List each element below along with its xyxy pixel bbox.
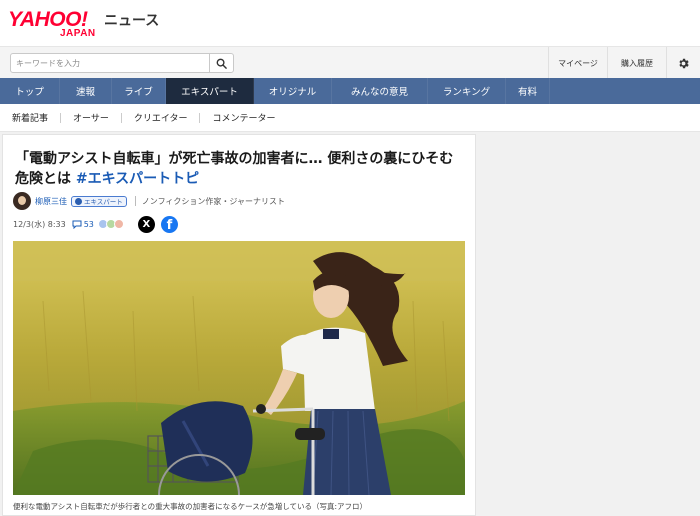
mypage-link[interactable]: マイページ: [548, 47, 607, 79]
comment-icon[interactable]: [72, 220, 82, 229]
subnav-authors[interactable]: オーサー: [73, 111, 121, 124]
site-header: YAHOO! JAPAN ニュース: [0, 0, 700, 46]
section-name[interactable]: ニュース: [104, 12, 159, 30]
nav-tab-original[interactable]: オリジナル: [254, 78, 332, 104]
publish-date: 12/3(水) 8:33: [13, 219, 66, 229]
nav-tab-opinions[interactable]: みんなの意見: [332, 78, 428, 104]
share-x-button[interactable]: X: [137, 215, 155, 233]
settings-button[interactable]: [666, 47, 700, 79]
article-card: 「電動アシスト自転車」が死亡事故の加害者に… 便利さの裏にひそむ危険とは #エキ…: [2, 134, 476, 516]
gear-icon: [679, 58, 689, 68]
main-nav: トップ 速報 ライブ エキスパート オリジナル みんなの意見 ランキング 有料: [0, 78, 700, 104]
nav-tab-live[interactable]: ライブ: [112, 78, 166, 104]
checkmark-icon: [75, 197, 82, 205]
yahoo-japan-logo[interactable]: YAHOO! JAPAN: [8, 9, 106, 40]
author-role: ノンフィクション作家・ジャーナリスト: [141, 196, 286, 206]
search-input[interactable]: [11, 54, 211, 72]
article-title: 「電動アシスト自転車」が死亡事故の加害者に… 便利さの裏にひそむ危険とは #エキ…: [15, 149, 465, 189]
reaction-icons[interactable]: [97, 219, 124, 229]
share-facebook-button[interactable]: f: [160, 215, 178, 233]
article-hashtag-link[interactable]: #エキスパートトピ: [76, 171, 199, 187]
subnav-divider: [120, 112, 122, 123]
nav-tab-top[interactable]: トップ: [0, 78, 60, 104]
search-bar-row: マイページ 購入履歴: [0, 46, 700, 79]
nav-tab-paid[interactable]: 有料: [506, 78, 550, 104]
subnav-commentators[interactable]: コメンテーター: [212, 111, 287, 124]
author-divider: [134, 196, 136, 206]
expert-badge: エキスパート: [71, 195, 127, 207]
subnav-creators[interactable]: クリエイター: [134, 111, 200, 124]
comment-count[interactable]: 53: [84, 220, 94, 229]
author-avatar[interactable]: [13, 192, 31, 210]
search-icon: [216, 58, 227, 69]
expert-subnav: 新着記事 オーサー クリエイター コメンテーター: [0, 104, 700, 132]
search-box: [10, 53, 234, 73]
reaction-face-icon: [113, 219, 124, 229]
nav-tab-ranking[interactable]: ランキング: [428, 78, 506, 104]
subnav-divider: [60, 112, 62, 123]
facebook-logo-icon: f: [166, 217, 173, 233]
expert-badge-label: エキスパート: [84, 198, 123, 206]
author-name[interactable]: 柳原三佳: [35, 196, 67, 207]
author-row: 柳原三佳 エキスパート ノンフィクション作家・ジャーナリスト: [13, 191, 285, 211]
nav-tab-breaking[interactable]: 速報: [60, 78, 112, 104]
search-button[interactable]: [209, 54, 233, 72]
logo-sub-text: JAPAN: [60, 28, 96, 39]
photo-illustration: [13, 241, 465, 495]
subnav-divider: [199, 112, 201, 123]
article-photo[interactable]: [13, 241, 465, 495]
subnav-new-articles[interactable]: 新着記事: [12, 111, 60, 124]
nav-tab-expert[interactable]: エキスパート: [166, 78, 254, 104]
purchase-history-link[interactable]: 購入履歴: [607, 47, 666, 79]
photo-caption: 便利な電動アシスト自転車だが歩行者との重大事故の加害者になるケースが急増している…: [13, 502, 368, 511]
x-logo-icon: X: [142, 218, 151, 230]
article-meta-row: 12/3(水) 8:33 53 X f: [13, 215, 178, 233]
